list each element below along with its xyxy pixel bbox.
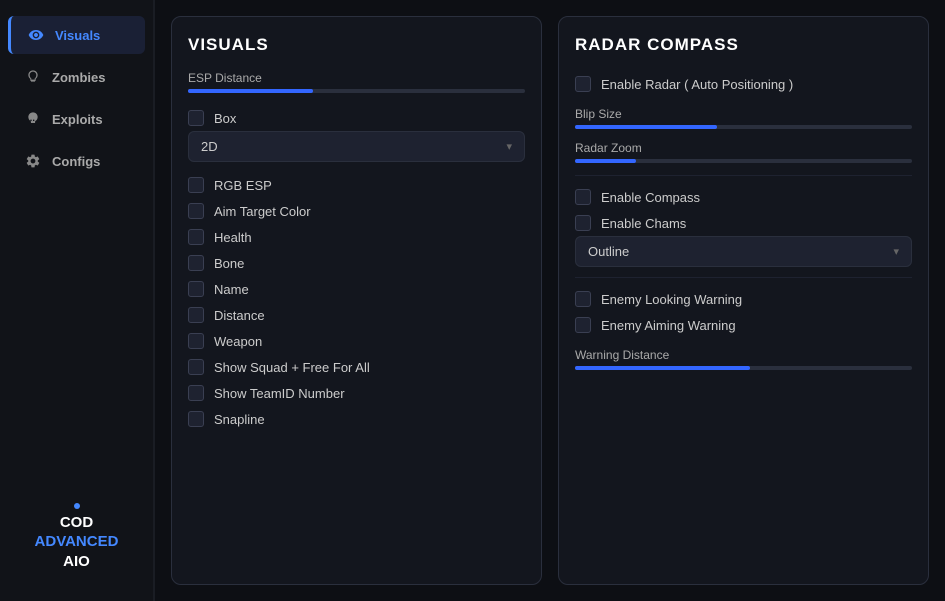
zombies-icon	[24, 68, 42, 86]
enemy-looking-row: Enemy Looking Warning	[575, 286, 912, 312]
logo-line2: ADVANCED	[0, 532, 153, 552]
weapon-checkbox[interactable]	[188, 333, 204, 349]
show-squad-row: Show Squad + Free For All	[188, 354, 525, 380]
health-label: Health	[214, 230, 252, 245]
sidebar-item-zombies[interactable]: Zombies	[8, 58, 145, 96]
gear-icon	[24, 152, 42, 170]
snapline-label: Snapline	[214, 412, 265, 427]
rgb-esp-label: RGB ESP	[214, 178, 272, 193]
warning-distance-slider[interactable]	[575, 366, 912, 370]
snapline-row: Snapline	[188, 406, 525, 432]
enable-chams-label: Enable Chams	[601, 216, 686, 231]
dropdown-value: 2D	[201, 139, 218, 154]
radar-zoom-slider[interactable]	[575, 159, 912, 163]
sidebar: Visuals Zombies Exploits Configs COD ADV…	[0, 0, 155, 601]
name-row: Name	[188, 276, 525, 302]
sidebar-item-visuals[interactable]: Visuals	[8, 16, 145, 54]
divider-1	[575, 175, 912, 176]
box-row: Box	[188, 105, 525, 131]
radar-zoom-fill	[575, 159, 636, 163]
health-row: Health	[188, 224, 525, 250]
enable-compass-checkbox[interactable]	[575, 189, 591, 205]
chams-type-dropdown[interactable]: Outline ▾	[575, 236, 912, 267]
enemy-aiming-checkbox[interactable]	[575, 317, 591, 333]
enable-compass-label: Enable Compass	[601, 190, 700, 205]
bone-checkbox[interactable]	[188, 255, 204, 271]
box-label: Box	[214, 111, 236, 126]
enemy-looking-checkbox[interactable]	[575, 291, 591, 307]
esp-distance-slider[interactable]	[188, 89, 525, 93]
enable-radar-checkbox[interactable]	[575, 76, 591, 92]
health-checkbox[interactable]	[188, 229, 204, 245]
snapline-checkbox[interactable]	[188, 411, 204, 427]
name-label: Name	[214, 282, 249, 297]
show-teamid-label: Show TeamID Number	[214, 386, 345, 401]
logo-dot	[74, 503, 80, 509]
blip-size-slider[interactable]	[575, 125, 912, 129]
aim-target-color-checkbox[interactable]	[188, 203, 204, 219]
app-logo: COD ADVANCED AIO	[0, 503, 153, 572]
box-type-dropdown[interactable]: 2D ▾	[188, 131, 525, 162]
radar-zoom-label: Radar Zoom	[575, 141, 912, 155]
sidebar-item-visuals-label: Visuals	[55, 28, 100, 43]
enable-chams-checkbox[interactable]	[575, 215, 591, 231]
enemy-looking-label: Enemy Looking Warning	[601, 292, 742, 307]
enemy-aiming-label: Enemy Aiming Warning	[601, 318, 736, 333]
sidebar-item-zombies-label: Zombies	[52, 70, 105, 85]
bone-row: Bone	[188, 250, 525, 276]
aim-target-color-label: Aim Target Color	[214, 204, 311, 219]
blip-size-label: Blip Size	[575, 107, 912, 121]
visuals-panel: VISUALS ESP Distance Box 2D ▾ RGB ESP Ai…	[171, 16, 542, 585]
enable-chams-row: Enable Chams	[575, 210, 912, 236]
bone-label: Bone	[214, 256, 244, 271]
aim-target-color-row: Aim Target Color	[188, 198, 525, 224]
chevron-down-icon: ▾	[506, 140, 512, 153]
main-content: VISUALS ESP Distance Box 2D ▾ RGB ESP Ai…	[155, 0, 945, 601]
eye-icon	[27, 26, 45, 44]
enable-radar-row: Enable Radar ( Auto Positioning )	[575, 71, 912, 97]
rgb-esp-row: RGB ESP	[188, 172, 525, 198]
radar-panel: RADAR COMPASS Enable Radar ( Auto Positi…	[558, 16, 929, 585]
visuals-title: VISUALS	[188, 35, 525, 55]
show-teamid-row: Show TeamID Number	[188, 380, 525, 406]
radar-title: RADAR COMPASS	[575, 35, 912, 55]
rgb-esp-checkbox[interactable]	[188, 177, 204, 193]
sidebar-item-exploits[interactable]: Exploits	[8, 100, 145, 138]
skull-icon	[24, 110, 42, 128]
enable-compass-row: Enable Compass	[575, 184, 912, 210]
show-squad-checkbox[interactable]	[188, 359, 204, 375]
warning-distance-label: Warning Distance	[575, 348, 912, 362]
divider-2	[575, 277, 912, 278]
sidebar-item-configs[interactable]: Configs	[8, 142, 145, 180]
chams-dropdown-value: Outline	[588, 244, 629, 259]
logo-line1: COD	[0, 513, 153, 533]
weapon-row: Weapon	[188, 328, 525, 354]
esp-distance-fill	[188, 89, 313, 93]
distance-label: Distance	[214, 308, 265, 323]
box-checkbox[interactable]	[188, 110, 204, 126]
chams-chevron-down-icon: ▾	[893, 245, 899, 258]
enable-radar-label: Enable Radar ( Auto Positioning )	[601, 77, 793, 92]
name-checkbox[interactable]	[188, 281, 204, 297]
show-teamid-checkbox[interactable]	[188, 385, 204, 401]
weapon-label: Weapon	[214, 334, 262, 349]
warning-distance-fill	[575, 366, 750, 370]
show-squad-label: Show Squad + Free For All	[214, 360, 370, 375]
sidebar-item-exploits-label: Exploits	[52, 112, 103, 127]
esp-distance-label: ESP Distance	[188, 71, 525, 85]
enemy-aiming-row: Enemy Aiming Warning	[575, 312, 912, 338]
logo-line3: AIO	[0, 552, 153, 572]
distance-row: Distance	[188, 302, 525, 328]
blip-size-fill	[575, 125, 717, 129]
distance-checkbox[interactable]	[188, 307, 204, 323]
sidebar-item-configs-label: Configs	[52, 154, 100, 169]
